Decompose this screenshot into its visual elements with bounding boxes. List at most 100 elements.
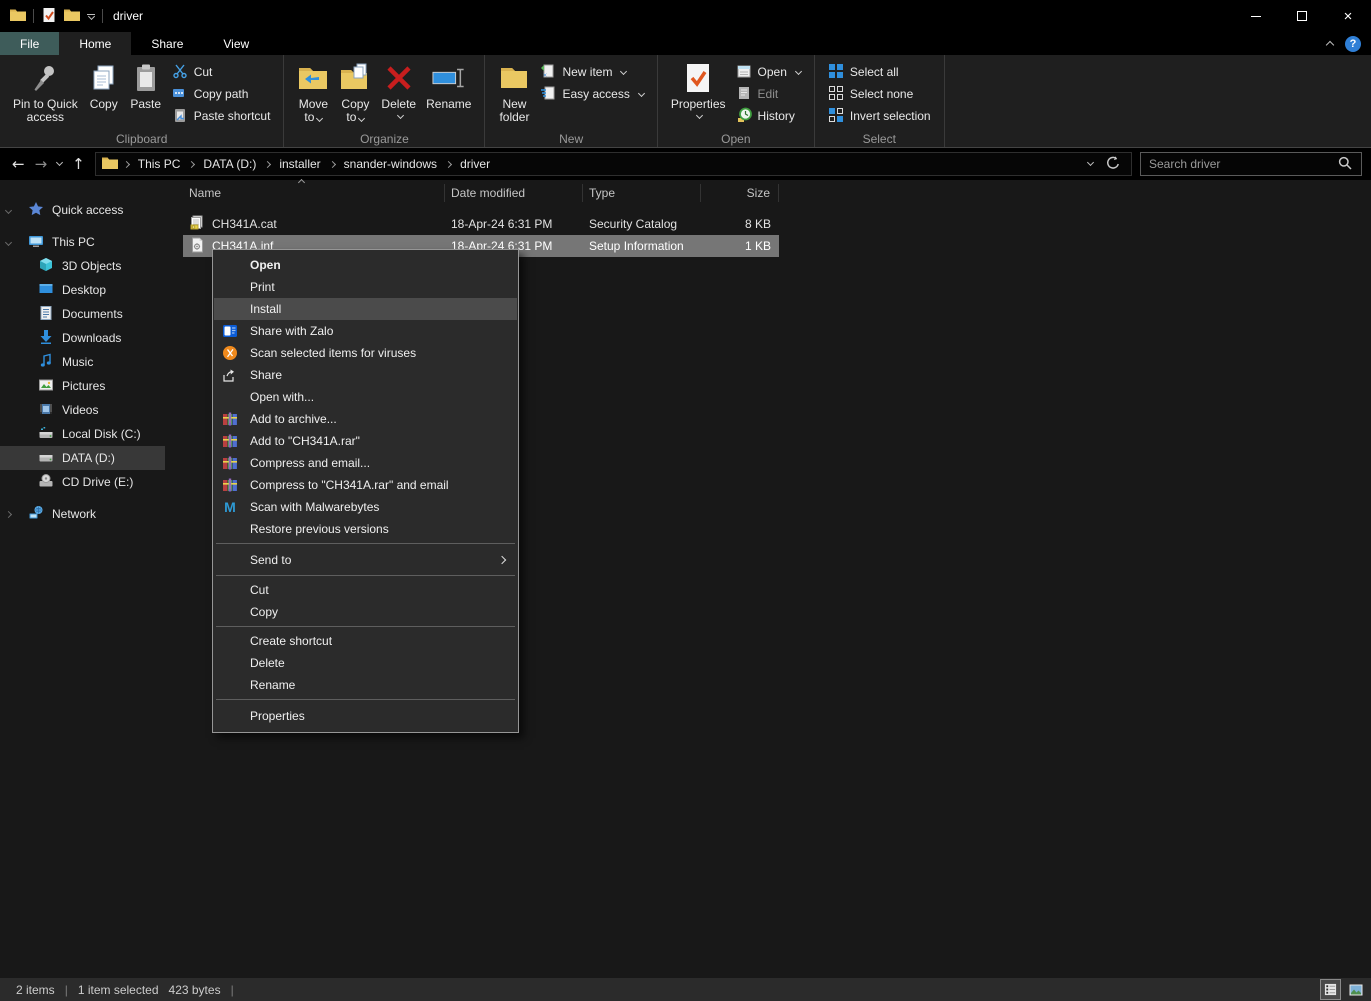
menu-item-open[interactable]: Open [214, 254, 517, 276]
sidebar-item-desktop[interactable]: Desktop [0, 278, 165, 302]
copy-to-button[interactable]: Copy to [334, 58, 376, 126]
menu-label: Print [250, 280, 275, 294]
menu-item-cut[interactable]: Cut [214, 579, 517, 601]
paste-button[interactable]: Paste [125, 58, 167, 113]
maximize-button[interactable] [1279, 0, 1325, 32]
menu-item-add-to-archive[interactable]: Add to archive... [214, 408, 517, 430]
menu-item-copy[interactable]: Copy [214, 601, 517, 623]
search-box[interactable] [1140, 152, 1362, 176]
search-icon[interactable] [1337, 155, 1353, 174]
column-header-size[interactable]: Size [701, 184, 779, 202]
history-button[interactable]: History [731, 105, 806, 127]
copy-button[interactable]: Copy [83, 58, 125, 113]
sidebar-item-downloads[interactable]: Downloads [0, 326, 165, 350]
menu-item-share-with-zalo[interactable]: Share with Zalo [214, 320, 517, 342]
column-header-name[interactable]: Name [183, 184, 445, 202]
menu-item-open-with[interactable]: Open with... [214, 386, 517, 408]
menu-item-install[interactable]: Install [214, 298, 517, 320]
close-button[interactable]: × [1325, 0, 1371, 32]
address-dropdown-icon[interactable] [1087, 159, 1094, 166]
menu-item-properties[interactable]: Properties [214, 703, 517, 728]
cut-icon [172, 63, 188, 82]
menu-item-add-to-rar[interactable]: Add to "CH341A.rar" [214, 430, 517, 452]
sidebar-item-videos[interactable]: Videos [0, 398, 165, 422]
sidebar-item-3d-objects[interactable]: 3D Objects [0, 254, 165, 278]
file-row-ch341a-cat[interactable]: CH341A.cat 18-Apr-24 6:31 PM Security Ca… [183, 213, 779, 235]
invert-selection-button[interactable]: Invert selection [823, 105, 936, 127]
qat-customize-icon[interactable] [87, 14, 95, 19]
cut-button[interactable]: Cut [167, 61, 276, 83]
menu-label: Add to "CH341A.rar" [250, 434, 360, 448]
select-none-button[interactable]: Select none [823, 83, 936, 105]
menu-label: Create shortcut [250, 634, 332, 648]
breadcrumb[interactable]: This PC DATA (D:) installer snander-wind… [95, 152, 1132, 176]
details-view-button[interactable] [1321, 980, 1340, 999]
file-type: Security Catalog [583, 217, 701, 231]
properties-button[interactable]: Properties [666, 58, 731, 120]
new-folder-button[interactable]: New folder [493, 58, 535, 126]
tab-share[interactable]: Share [131, 32, 203, 55]
sidebar-item-cd-drive-e[interactable]: CD Drive (E:) [0, 470, 165, 494]
edit-button[interactable]: Edit [731, 83, 806, 105]
delete-button[interactable]: Delete [376, 58, 421, 120]
forward-icon[interactable]: → [35, 157, 48, 172]
expand-icon[interactable] [5, 206, 12, 213]
menu-label: Share with Zalo [250, 324, 333, 338]
minimize-button[interactable] [1233, 0, 1279, 32]
help-icon[interactable]: ? [1345, 36, 1361, 52]
menu-item-send-to[interactable]: Send to [214, 547, 517, 572]
menu-label: Delete [250, 656, 285, 670]
breadcrumb-snander-windows[interactable]: snander-windows [337, 157, 444, 171]
menu-item-restore-previous-versions[interactable]: Restore previous versions [214, 518, 517, 540]
menu-item-scan-with-malwarebytes[interactable]: M Scan with Malwarebytes [214, 496, 517, 518]
search-input[interactable] [1149, 157, 1337, 171]
expand-icon[interactable] [5, 510, 12, 517]
refresh-icon[interactable] [1105, 155, 1121, 174]
breadcrumb-this-pc[interactable]: This PC [131, 157, 188, 171]
tab-view[interactable]: View [203, 32, 269, 55]
collapse-ribbon-icon[interactable] [1326, 41, 1334, 49]
sidebar-item-local-disk-c[interactable]: Local Disk (C:) [0, 422, 165, 446]
copy-path-button[interactable]: Copy path [167, 83, 276, 105]
menu-item-rename[interactable]: Rename [214, 674, 517, 696]
tab-file[interactable]: File [0, 32, 59, 55]
rename-button[interactable]: Rename [421, 58, 476, 113]
pin-to-quick-access-button[interactable]: Pin to Quick access [8, 58, 83, 126]
tab-home[interactable]: Home [59, 32, 131, 55]
column-header-type[interactable]: Type [583, 184, 701, 202]
menu-item-print[interactable]: Print [214, 276, 517, 298]
menu-item-scan-for-viruses[interactable]: Scan selected items for viruses [214, 342, 517, 364]
sidebar-item-documents[interactable]: Documents [0, 302, 165, 326]
menu-item-create-shortcut[interactable]: Create shortcut [214, 630, 517, 652]
easy-access-button[interactable]: Easy access [535, 83, 648, 105]
breadcrumb-data-d[interactable]: DATA (D:) [196, 157, 263, 171]
back-icon[interactable]: ← [12, 157, 25, 172]
menu-item-compress-to-rar-and-email[interactable]: Compress to "CH341A.rar" and email [214, 474, 517, 496]
sidebar-item-quick-access[interactable]: Quick access [0, 198, 165, 222]
qat-new-folder-icon[interactable] [64, 7, 80, 26]
move-to-button[interactable]: Move to [292, 58, 334, 126]
menu-item-delete[interactable]: Delete [214, 652, 517, 674]
select-none-icon [828, 85, 844, 104]
sidebar-item-this-pc[interactable]: This PC [0, 230, 165, 254]
menu-item-share[interactable]: Share [214, 364, 517, 386]
select-all-button[interactable]: Select all [823, 61, 936, 83]
sidebar-item-pictures[interactable]: Pictures [0, 374, 165, 398]
sidebar-item-music[interactable]: Music [0, 350, 165, 374]
dropdown-icon [696, 112, 703, 119]
open-label: Open [758, 65, 787, 79]
breadcrumb-driver[interactable]: driver [453, 157, 497, 171]
menu-item-compress-and-email[interactable]: Compress and email... [214, 452, 517, 474]
open-button[interactable]: Open [731, 61, 806, 83]
breadcrumb-installer[interactable]: installer [272, 157, 327, 171]
qat-properties-icon[interactable] [41, 7, 57, 26]
sidebar-item-network[interactable]: Network [0, 502, 165, 526]
sidebar-item-data-d[interactable]: DATA (D:) [0, 446, 165, 470]
new-item-button[interactable]: New item [535, 61, 648, 83]
paste-shortcut-button[interactable]: Paste shortcut [167, 105, 276, 127]
expand-icon[interactable] [5, 238, 12, 245]
up-icon[interactable]: ↑ [72, 157, 85, 172]
column-header-date-modified[interactable]: Date modified [445, 184, 583, 202]
large-icons-view-button[interactable] [1346, 980, 1365, 999]
recent-locations-icon[interactable] [56, 159, 63, 166]
